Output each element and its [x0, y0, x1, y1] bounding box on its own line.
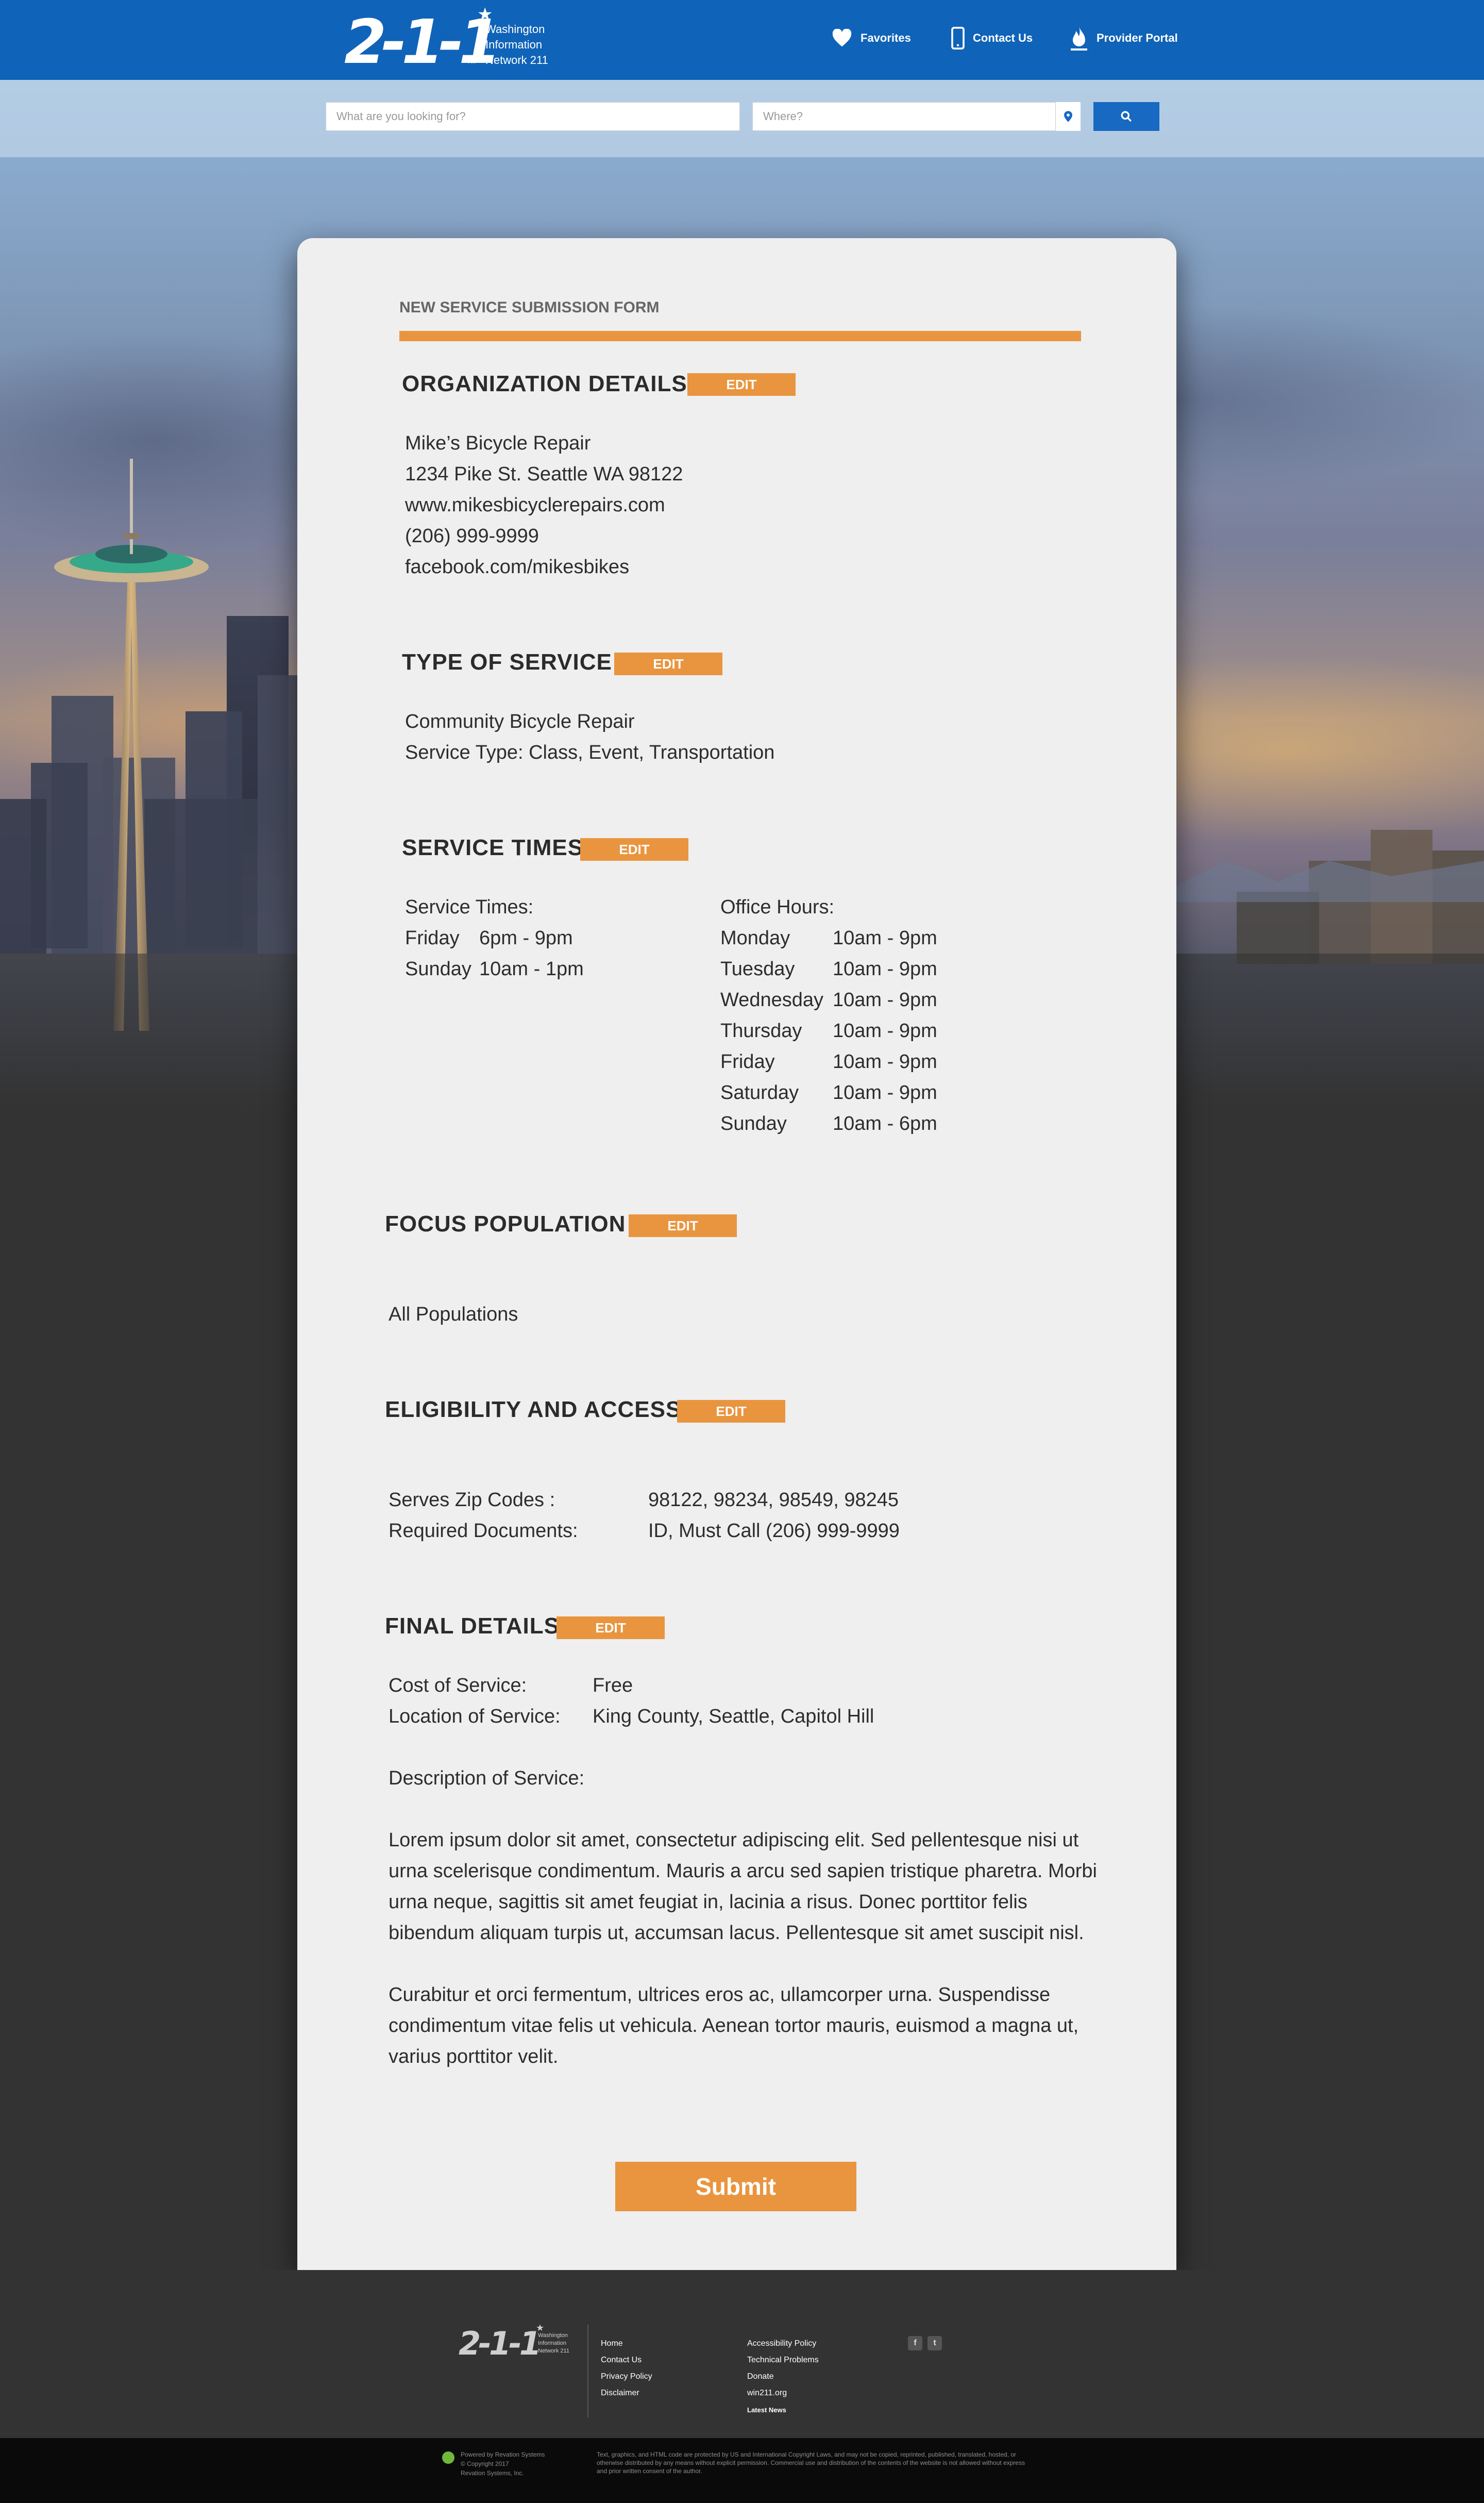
service-time-hours: 6pm - 9pm [479, 927, 573, 949]
office-day: Thursday [720, 1020, 802, 1042]
required-documents-label: Required Documents: [389, 1520, 578, 1542]
heart-icon [832, 29, 852, 47]
service-times-label: Service Times: [405, 896, 534, 918]
org-phone: (206) 999-9999 [405, 525, 539, 547]
edit-eligibility-button[interactable]: EDIT [677, 1400, 785, 1423]
service-type: Service Type: Class, Event, Transportati… [405, 742, 775, 763]
service-name: Community Bicycle Repair [405, 711, 635, 732]
powered-by: Powered by Revation Systems [461, 2451, 545, 2458]
footer [0, 2270, 1484, 2438]
form-title: NEW SERVICE SUBMISSION FORM [399, 299, 660, 316]
org-address: 1234 Pike St. Seattle WA 98122 [405, 463, 683, 485]
location-label: Location of Service: [389, 1706, 561, 1727]
footer-link-contact-us[interactable]: Contact Us [601, 2356, 642, 2365]
facebook-icon[interactable]: f [908, 2336, 922, 2350]
office-hours: 10am - 9pm [833, 989, 937, 1011]
service-time-day: Friday [405, 927, 460, 949]
office-day: Saturday [720, 1082, 799, 1104]
logo-tm: TM [467, 58, 476, 65]
footer-link-home[interactable]: Home [601, 2339, 623, 2348]
search-where-placeholder: Where? [763, 110, 803, 123]
footer-logo-number: 2-1-1 [459, 2325, 542, 2362]
office-day: Wednesday [720, 989, 823, 1011]
footer-logo-org-name: Washington Information Network 211 [538, 2332, 569, 2354]
copyright: © Copyright 2017 [461, 2460, 509, 2467]
footer-latest-news[interactable]: Latest News [747, 2406, 786, 2414]
submit-button[interactable]: Submit [615, 2162, 856, 2211]
cost-label: Cost of Service: [389, 1675, 527, 1696]
search-what-input[interactable]: What are you looking for? [326, 102, 740, 131]
location-pin-button[interactable] [1055, 102, 1081, 131]
nav-provider-portal-label: Provider Portal [1097, 31, 1178, 44]
footer-link-accessibility-policy[interactable]: Accessibility Policy [747, 2339, 816, 2348]
top-header [0, 0, 1484, 80]
edit-type-of-service-button[interactable]: EDIT [614, 653, 722, 675]
office-hours-label: Office Hours: [720, 896, 835, 918]
flame-icon [1071, 27, 1087, 51]
search-icon [1121, 111, 1132, 122]
edit-organization-button[interactable]: EDIT [687, 373, 796, 396]
search-bar [0, 80, 1484, 157]
nav-favorites[interactable]: Favorites [832, 26, 911, 51]
office-day: Friday [720, 1051, 775, 1073]
cost-value: Free [593, 1675, 633, 1696]
office-hours: 10am - 9pm [833, 958, 937, 980]
location-pin-icon [1064, 111, 1072, 122]
office-hours: 10am - 9pm [833, 1082, 937, 1104]
office-hours: 10am - 6pm [833, 1113, 937, 1134]
search-where-input[interactable]: Where? [752, 102, 1080, 131]
office-hours: 10am - 9pm [833, 927, 937, 949]
company-name: Revation Systems, Inc. [461, 2469, 524, 2477]
edit-focus-population-button[interactable]: EDIT [629, 1214, 737, 1237]
description-paragraph: Curabitur et orci fermentum, ultrices er… [389, 1984, 1079, 2067]
footer-logo[interactable]: 2-1-1 ★ Washington Information Network 2… [459, 2323, 587, 2367]
office-day: Monday [720, 927, 790, 949]
office-day: Sunday [720, 1113, 787, 1134]
footer-divider [587, 2325, 588, 2417]
footer-link-privacy-policy[interactable]: Privacy Policy [601, 2372, 652, 2381]
focus-population-heading: FOCUS POPULATION [385, 1211, 626, 1237]
search-what-placeholder: What are you looking for? [336, 110, 466, 123]
nav-provider-portal[interactable]: Provider Portal [1070, 26, 1178, 51]
office-hours: 10am - 9pm [833, 1020, 937, 1042]
revation-logo-icon [442, 2451, 454, 2464]
phone-icon [951, 27, 965, 49]
twitter-icon[interactable]: t [927, 2336, 942, 2350]
service-time-hours: 10am - 1pm [479, 958, 584, 980]
edit-service-times-button[interactable]: EDIT [580, 838, 688, 861]
office-day: Tuesday [720, 958, 795, 980]
footer-link-donate[interactable]: Donate [747, 2372, 774, 2381]
zip-codes-value: 98122, 98234, 98549, 98245 [648, 1489, 899, 1511]
final-details-heading: FINAL DETAILS [385, 1613, 560, 1639]
location-value: King County, Seattle, Capitol Hill [593, 1706, 874, 1727]
edit-final-details-button[interactable]: EDIT [556, 1616, 665, 1639]
form-title-underline [399, 331, 1081, 341]
logo[interactable]: 2-1-1 ★ TM Washington Information Networ… [344, 5, 561, 73]
service-times-heading: SERVICE TIMES [402, 835, 584, 860]
org-facebook: facebook.com/mikesbikes [405, 556, 630, 578]
footer-link-technical-problems[interactable]: Technical Problems [747, 2356, 819, 2365]
logo-org-name: Washington Information Network 211 [485, 23, 548, 66]
service-time-day: Sunday [405, 958, 471, 980]
eligibility-heading: ELIGIBILITY AND ACCESS [385, 1397, 682, 1422]
org-website: www.mikesbicyclerepairs.com [405, 494, 665, 516]
footer-link-win211[interactable]: win211.org [747, 2389, 787, 2398]
nav-favorites-label: Favorites [861, 31, 911, 44]
description-label: Description of Service: [389, 1767, 585, 1789]
description-paragraph: Lorem ipsum dolor sit amet, consectetur … [389, 1829, 1097, 1944]
legal-notice: Text, graphics, and HTML code are protec… [597, 2451, 1025, 2475]
org-name: Mike’s Bicycle Repair [405, 432, 591, 454]
required-documents-value: ID, Must Call (206) 999-9999 [648, 1520, 900, 1542]
footer-link-disclaimer[interactable]: Disclaimer [601, 2389, 639, 2398]
search-button[interactable] [1093, 102, 1159, 131]
type-of-service-heading: TYPE OF SERVICE [402, 649, 612, 675]
nav-contact-us[interactable]: Contact Us [951, 26, 1033, 51]
organization-details-heading: ORGANIZATION DETAILS [402, 371, 687, 396]
office-hours: 10am - 9pm [833, 1051, 937, 1073]
focus-population-value: All Populations [389, 1304, 518, 1325]
zip-codes-label: Serves Zip Codes : [389, 1489, 555, 1511]
nav-contact-us-label: Contact Us [973, 31, 1033, 44]
